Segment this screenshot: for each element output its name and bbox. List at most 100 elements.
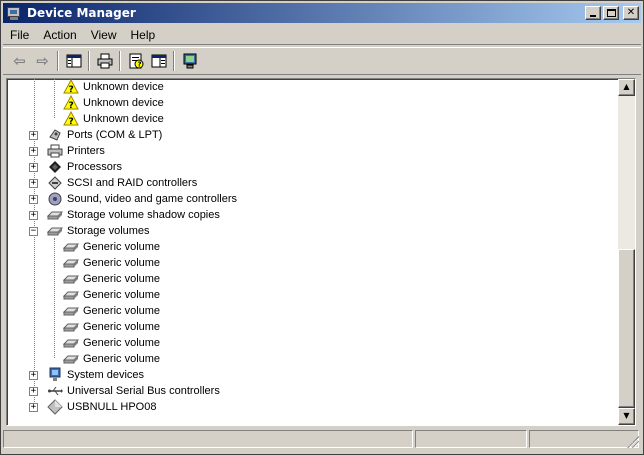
show-hide-tree-button[interactable] [62,50,85,72]
toolbar-separator [57,51,59,71]
list-item[interactable]: Generic volume [62,239,161,255]
list-item[interactable]: Generic volume [62,255,161,271]
scroll-thumb[interactable] [618,249,635,408]
scroll-down-button[interactable]: ▼ [618,408,635,425]
help-button[interactable] [147,50,170,72]
expand-button[interactable]: + [29,146,38,156]
print-button[interactable] [93,50,116,72]
tree-category-system-devices[interactable]: + System devices [29,367,145,383]
volume-icon [62,255,80,271]
close-icon: ✕ [626,7,636,18]
back-icon: ⇦ [13,52,26,70]
svg-text:?: ? [69,117,74,127]
menu-view[interactable]: View [84,28,124,42]
system-icon [47,367,63,383]
minimize-button[interactable] [585,6,601,20]
title-bar[interactable]: Device Manager ✕ [3,3,641,23]
list-item[interactable]: Generic volume [62,303,161,319]
volume-icon [62,271,80,287]
volume-icon [62,319,80,335]
menu-help[interactable]: Help [124,28,163,42]
list-item[interactable]: ? Unknown device [63,110,165,127]
tree-category-usbnull[interactable]: + USBNULL HPO08 [29,399,157,415]
forward-icon: ⇨ [36,52,49,70]
properties-button[interactable]: ? [124,50,147,72]
close-button[interactable]: ✕ [623,6,639,20]
category-label: SCSI and RAID controllers [67,177,198,189]
forward-button[interactable]: ⇨ [31,50,54,72]
tree-category-printers[interactable]: + Printers [29,143,106,159]
expand-button[interactable]: + [29,130,38,140]
scan-hardware-button[interactable] [178,50,201,72]
status-bar [3,430,641,450]
category-label: Storage volumes [67,225,150,237]
expand-button[interactable]: + [29,162,38,172]
expand-button[interactable]: + [29,402,38,412]
list-item[interactable]: ? Unknown device [63,79,165,95]
vertical-scrollbar[interactable]: ▲ ▼ [618,79,635,425]
help-icon [151,54,166,68]
disk-icon [46,223,64,239]
printer-icon [47,143,63,159]
scsi-icon [47,175,63,191]
expand-button[interactable]: + [29,370,38,380]
minimize-icon [590,15,596,17]
disk-icon [46,207,64,223]
list-item[interactable]: Generic volume [62,335,161,351]
processor-icon [47,159,63,175]
device-manager-window: Device Manager ✕ File Action View Help ⇦… [0,0,644,455]
tree-category-storage-volumes[interactable]: − Storage volumes [29,223,151,239]
device-manager-app-icon [6,5,22,21]
device-label: Generic volume [83,305,161,317]
window-title: Device Manager [27,6,136,20]
expand-button[interactable]: + [29,178,38,188]
tree-category-shadow-copies[interactable]: + Storage volume shadow copies [29,207,221,223]
back-button[interactable]: ⇦ [8,50,31,72]
list-item[interactable]: Generic volume [62,319,161,335]
menu-file[interactable]: File [3,28,36,42]
expand-button[interactable]: + [29,210,38,220]
usb-icon [47,383,63,399]
resize-grip[interactable] [627,436,639,448]
category-label: Ports (COM & LPT) [67,129,163,141]
volume-icon [62,287,80,303]
expand-button[interactable]: + [29,386,38,396]
svg-text:?: ? [69,101,74,111]
menu-action[interactable]: Action [36,28,83,42]
list-item[interactable]: Generic volume [62,271,161,287]
expand-button[interactable]: + [29,194,38,204]
collapse-button[interactable]: − [29,226,38,236]
device-label: Generic volume [83,241,161,253]
list-item[interactable]: Generic volume [62,287,161,303]
tree-category-processors[interactable]: + Processors [29,159,123,175]
list-item[interactable]: ? Unknown device [63,94,165,111]
diamond-icon [47,399,63,415]
category-label: Processors [67,161,123,173]
toolbar-separator [88,51,90,71]
tree-line [54,238,55,358]
tree-category-sound[interactable]: + Sound, video and game controllers [29,191,238,207]
toolbar-separator [173,51,175,71]
tree-category-ports[interactable]: + Ports (COM & LPT) [29,127,163,143]
list-item[interactable]: Generic volume [62,351,161,367]
device-label: Generic volume [83,257,161,269]
maximize-button[interactable] [603,6,619,20]
device-label: Unknown device [83,97,164,109]
toolbar-separator [119,51,121,71]
device-label: Generic volume [83,353,161,365]
properties-icon: ? [129,53,143,69]
scroll-up-button[interactable]: ▲ [618,79,635,96]
tree-category-usb[interactable]: + Universal Serial Bus controllers [29,383,221,399]
status-pane-tertiary [529,430,639,448]
device-tree-pane[interactable]: ? Unknown device ? Unknown device ? Unkn… [6,78,636,426]
unknown-device-icon: ? [63,110,79,127]
category-label: Universal Serial Bus controllers [67,385,220,397]
tree-category-scsi[interactable]: + SCSI and RAID controllers [29,175,198,191]
category-label: System devices [67,369,145,381]
device-label: Unknown device [83,113,164,125]
device-tree[interactable]: ? Unknown device ? Unknown device ? Unkn… [7,79,619,425]
category-label: Printers [67,145,105,157]
sound-icon [47,191,63,207]
maximize-icon [607,9,616,17]
status-pane-secondary [415,430,527,448]
